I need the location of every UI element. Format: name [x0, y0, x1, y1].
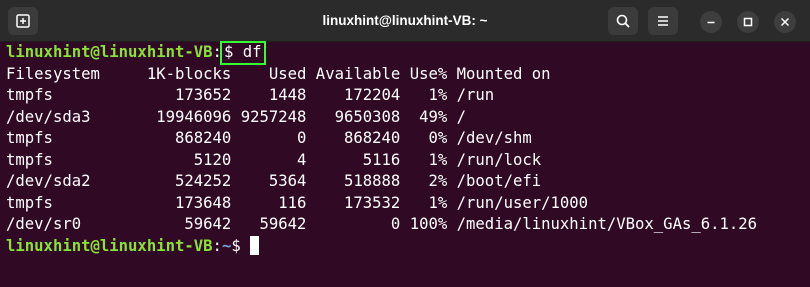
output-line-header: Filesystem 1K-blocks Used Available Use%…: [6, 64, 551, 83]
highlighted-command: $ df: [219, 41, 266, 65]
search-button[interactable]: [608, 7, 638, 35]
minimize-icon: [707, 21, 715, 24]
search-icon: [616, 14, 630, 28]
terminal-output-area[interactable]: linuxhint@linuxhint-VB: $ df Filesystem 1…: [0, 41, 810, 287]
output-line-sda3: /dev/sda3 19946096 9257248 9650308 49% /: [6, 107, 467, 126]
output-line-sr0: /dev/sr0 59642 59642 0 100% /media/linux…: [6, 215, 758, 233]
prompt-colon: :: [212, 236, 222, 255]
output-line-tmpfs-lock: tmpfs 5120 4 5116 1% /run/lock: [6, 150, 542, 169]
minimize-button[interactable]: [700, 11, 722, 33]
prompt-colon: :: [212, 43, 222, 61]
prompt-user-host: linuxhint@linuxhint-VB: [6, 236, 213, 255]
output-line-tmpfs-user: tmpfs 173648 116 173532 1% /run/user/100…: [6, 193, 589, 212]
text-cursor: [250, 235, 260, 255]
prompt-symbol: $: [231, 236, 251, 255]
menu-button[interactable]: [648, 7, 678, 35]
window-title: linuxhint@linuxhint-VB: ~: [322, 13, 488, 28]
title-bar: linuxhint@linuxhint-VB: ~: [0, 0, 810, 42]
hamburger-menu-icon: [658, 16, 668, 26]
command-line-df: linuxhint@linuxhint-VB: $ df: [6, 41, 810, 65]
maximize-button[interactable]: [737, 11, 759, 33]
current-prompt-line[interactable]: linuxhint@linuxhint-VB:~$: [6, 235, 810, 258]
close-icon: [780, 17, 790, 27]
output-line-tmpfs-shm: tmpfs 868240 0 868240 0% /dev/shm: [6, 129, 532, 147]
output-line-tmpfs-run: tmpfs 173652 1448 172204 1% /run: [6, 86, 495, 104]
terminal-window: linuxhint@linuxhint-VB: ~ linuxhint@linu…: [0, 0, 810, 287]
prompt-path: ~: [221, 236, 232, 255]
prompt-user-host: linuxhint@linuxhint-VB: [6, 43, 213, 61]
close-button[interactable]: [774, 11, 796, 33]
maximize-icon: [743, 17, 753, 27]
output-line-sda2: /dev/sda2 524252 5364 518888 2% /boot/ef…: [6, 172, 542, 190]
